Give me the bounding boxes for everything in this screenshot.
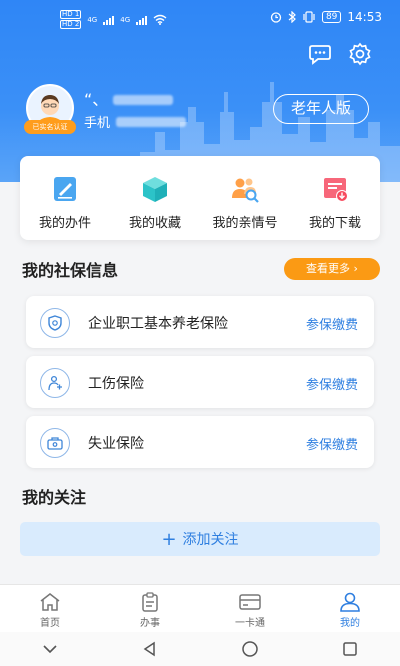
tab-services[interactable]: 办事 <box>100 585 200 632</box>
download-icon <box>324 178 348 202</box>
vibrate-icon <box>303 11 315 23</box>
quick-actions-card: 我的办件 我的收藏 我的亲情号 我的下载 <box>20 156 380 240</box>
insurance-item-pension[interactable]: 企业职工基本养老保险 参保缴费 <box>26 296 374 348</box>
quick-action-family-number[interactable]: 我的亲情号 <box>200 156 290 240</box>
tab-label: 首页 <box>40 618 60 629</box>
add-follow-label: 添加关注 <box>182 532 239 548</box>
quick-action-my-favorites[interactable]: 我的收藏 <box>110 156 200 240</box>
quick-action-label: 我的亲情号 <box>212 216 278 231</box>
unemployment-icon <box>40 428 70 458</box>
status-bar: HD 1 HD 2 4G 4G 89 14:53 <box>0 0 400 34</box>
add-follow-button[interactable]: + 添加关注 <box>20 522 380 556</box>
phone-label: 手机 <box>84 116 111 131</box>
signal2-icon <box>136 15 148 25</box>
user-name: “、 <box>84 86 174 110</box>
pension-icon <box>40 308 70 338</box>
sim2-label: HD 2 <box>60 20 82 29</box>
quick-action-label: 我的办件 <box>38 216 91 231</box>
pay-link[interactable]: 参保缴费 <box>306 374 358 393</box>
chevron-down-icon[interactable] <box>41 640 59 658</box>
injury-icon <box>40 368 70 398</box>
box-icon <box>143 177 167 202</box>
clipboard-icon <box>142 592 158 612</box>
tab-mine[interactable]: 我的 <box>300 585 400 632</box>
tab-label: 办事 <box>140 618 160 629</box>
system-navigation-bar <box>0 632 400 666</box>
view-more-button[interactable]: 查看更多 › <box>284 258 380 280</box>
name-prefix: “、 <box>84 90 109 109</box>
tab-home[interactable]: 首页 <box>0 585 100 632</box>
message-icon[interactable] <box>308 42 332 66</box>
sim1-label: HD 1 <box>60 10 82 19</box>
bluetooth-icon <box>288 11 296 23</box>
network2-label: 4G <box>120 15 131 24</box>
alarm-icon <box>270 12 282 23</box>
tab-label: 一卡通 <box>235 618 265 629</box>
home-icon <box>40 593 60 611</box>
quick-action-label: 我的收藏 <box>128 216 181 231</box>
insurance-label: 失业保险 <box>88 436 144 452</box>
back-icon[interactable] <box>141 640 159 658</box>
tab-card[interactable]: 一卡通 <box>200 585 300 632</box>
signal1-icon <box>103 15 115 25</box>
clock: 14:53 <box>347 10 382 24</box>
pay-link[interactable]: 参保缴费 <box>306 434 358 453</box>
view-more-label: 查看更多 <box>306 262 351 275</box>
elder-mode-button[interactable]: 老年人版 <box>273 94 369 124</box>
user-phone: 手机 <box>84 112 187 131</box>
home-circle-icon[interactable] <box>241 640 259 658</box>
insurance-item-injury[interactable]: 工伤保险 参保缴费 <box>26 356 374 408</box>
bottom-tab-bar: 首页 办事 一卡通 我的 <box>0 584 400 632</box>
quick-action-my-tasks[interactable]: 我的办件 <box>20 156 110 240</box>
recents-icon[interactable] <box>341 640 359 658</box>
social-security-title: 我的社保信息 <box>22 261 119 280</box>
masked-name <box>113 95 174 105</box>
plus-icon: + <box>161 528 177 550</box>
follow-title: 我的关注 <box>22 488 87 507</box>
family-icon <box>232 178 259 203</box>
person-icon <box>340 592 360 612</box>
network1-label: 4G <box>87 15 98 24</box>
quick-action-label: 我的下载 <box>308 216 361 231</box>
insurance-label: 企业职工基本养老保险 <box>88 316 228 332</box>
settings-icon[interactable] <box>348 42 372 66</box>
quick-action-my-downloads[interactable]: 我的下载 <box>290 156 380 240</box>
pay-link[interactable]: 参保缴费 <box>306 314 358 333</box>
card-icon <box>239 594 261 610</box>
battery-indicator: 89 <box>321 11 342 23</box>
document-edit-icon <box>54 177 76 201</box>
chevron-right-icon: › <box>353 262 358 275</box>
wifi-icon <box>153 14 167 25</box>
verified-badge: 已实名认证 <box>24 120 76 134</box>
insurance-label: 工伤保险 <box>88 376 144 392</box>
tab-label: 我的 <box>340 618 360 629</box>
insurance-item-unemployment[interactable]: 失业保险 参保缴费 <box>26 416 374 468</box>
masked-phone <box>116 116 187 127</box>
